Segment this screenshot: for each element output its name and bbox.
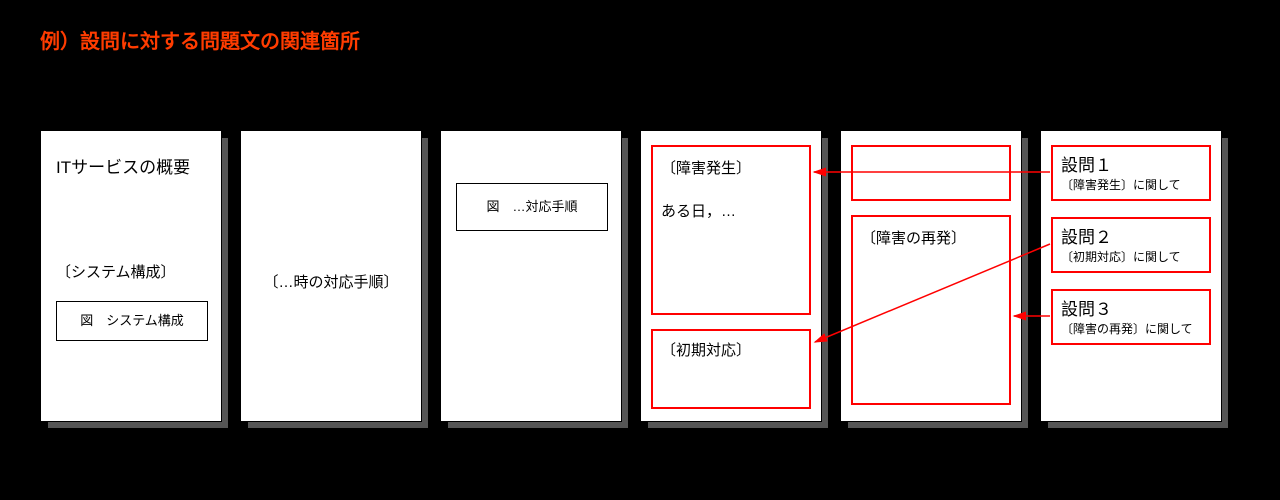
initial-response-section: 〔初期対応〕 xyxy=(651,329,811,409)
question-1-box: 設問１ 〔障害発生〕に関して xyxy=(1051,145,1211,201)
system-config-figure: 図 システム構成 xyxy=(56,301,208,341)
fault-occurrence-heading: 〔障害発生〕 xyxy=(661,157,801,178)
question-3-box: 設問３ 〔障害の再発〕に関して xyxy=(1051,289,1211,345)
fault-occurrence-section: 〔障害発生〕 ある日，… xyxy=(651,145,811,315)
question-2-box: 設問２ 〔初期対応〕に関して xyxy=(1051,217,1211,273)
fault-recurrence-heading: 〔障害の再発〕 xyxy=(861,227,1001,248)
problem-page-5: 〔障害の再発〕 xyxy=(840,130,1022,422)
system-config-heading: 〔システム構成〕 xyxy=(56,261,176,282)
procedure-figure: 図 …対応手順 xyxy=(456,183,608,231)
fault-occurrence-body: ある日，… xyxy=(661,200,801,221)
problem-page-3: 図 …対応手順 xyxy=(440,130,622,422)
question-2-subtitle: 〔初期対応〕に関して xyxy=(1061,248,1203,265)
problem-page-2: 〔…時の対応手順〕 xyxy=(240,130,422,422)
procedure-heading: 〔…時の対応手順〕 xyxy=(241,271,421,292)
question-1-title: 設問１ xyxy=(1061,151,1203,176)
problem-page-4: 〔障害発生〕 ある日，… 〔初期対応〕 xyxy=(640,130,822,422)
diagram-title: 例）設問に対する問題文の関連箇所 xyxy=(0,0,1280,54)
question-3-title: 設問３ xyxy=(1061,295,1203,320)
fault-recurrence-section: 〔障害の再発〕 xyxy=(851,215,1011,405)
questions-page: 設問１ 〔障害発生〕に関して 設問２ 〔初期対応〕に関して 設問３ 〔障害の再発… xyxy=(1040,130,1222,422)
question-3-subtitle: 〔障害の再発〕に関して xyxy=(1061,320,1203,337)
service-overview-label: ITサービスの概要 xyxy=(56,153,190,178)
diagram-stage: ITサービスの概要 〔システム構成〕 図 システム構成 〔…時の対応手順〕 図 … xyxy=(30,130,1250,470)
initial-response-continued-section xyxy=(851,145,1011,201)
problem-page-1: ITサービスの概要 〔システム構成〕 図 システム構成 xyxy=(40,130,222,422)
initial-response-heading: 〔初期対応〕 xyxy=(661,339,801,360)
question-2-title: 設問２ xyxy=(1061,223,1203,248)
question-1-subtitle: 〔障害発生〕に関して xyxy=(1061,176,1203,193)
